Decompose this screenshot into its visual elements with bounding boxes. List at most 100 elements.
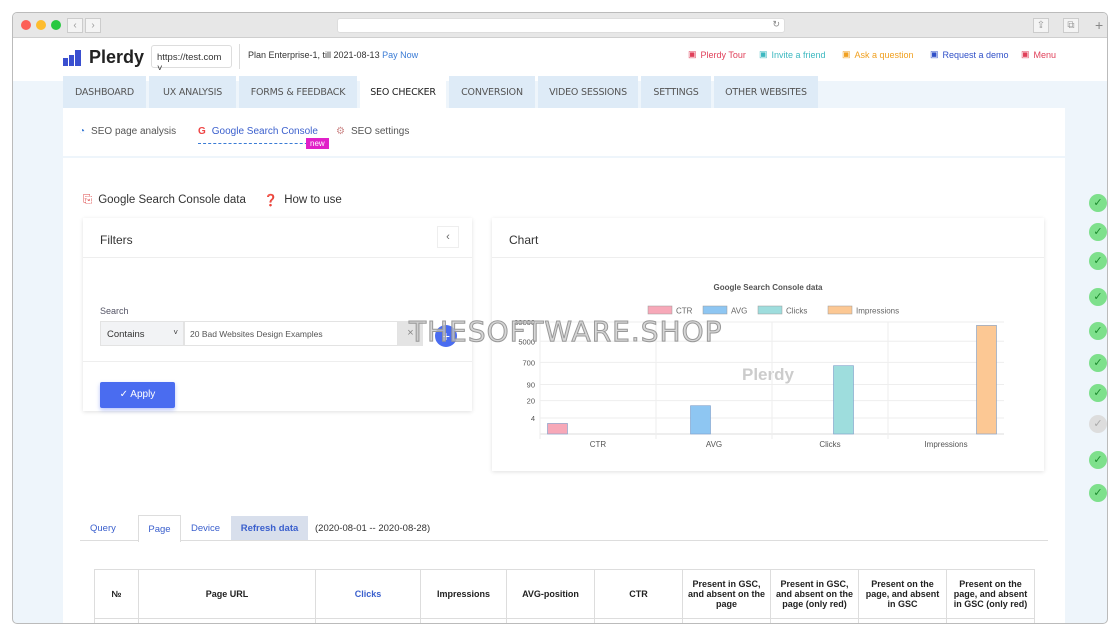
address-bar[interactable]: ↻ [337, 18, 785, 33]
status-check-icon: ✓ [1089, 223, 1107, 241]
table-tabs: Query Page Device Refresh data (2020-08-… [80, 515, 1048, 541]
header-link-menu[interactable]: ▣Menu [1021, 49, 1056, 60]
document-icon: ⎘ [83, 194, 92, 207]
filters-title: Filters [100, 233, 133, 247]
logo-bars-icon [63, 50, 85, 66]
operator-select[interactable]: Contains˅ [100, 321, 184, 346]
help-icon: ❓ [264, 193, 278, 207]
gsc-chart: Google Search Console dataCTRAVGClicksIm… [492, 258, 1044, 470]
pages-table: №Page URLClicksImpressionsAVG-positionCT… [94, 569, 1035, 624]
external-link-icon: ↗ [142, 622, 152, 624]
subnav-label: Google Search Console [212, 126, 318, 137]
collapse-filters-button[interactable]: ‹ [437, 226, 459, 248]
refresh-data-button[interactable]: Refresh data [231, 516, 308, 540]
subnav-seo-settings[interactable]: ⚙SEO settings [336, 126, 409, 137]
main-content: ⎘Google Search Console data ❓How to use … [63, 158, 1065, 624]
demo-icon: ▣ [930, 49, 939, 60]
date-range: (2020-08-01 -- 2020-08-28) [315, 523, 430, 534]
site-select[interactable]: https://test.com ˅ [151, 45, 232, 68]
header-link-request-a-demo[interactable]: ▣Request a demo [930, 49, 1009, 60]
plerdy-logo[interactable]: Plerdy [63, 47, 144, 68]
reload-icon[interactable]: ↻ [772, 19, 780, 30]
logo-text: Plerdy [89, 47, 144, 68]
column-header: Present in GSC, and absent on the page [683, 570, 771, 619]
link-label: Invite a friend [772, 50, 826, 60]
column-header[interactable]: Impressions [421, 570, 507, 619]
chart-title: Chart [509, 233, 538, 247]
gauge-icon: ◔ [79, 126, 85, 137]
share-icon[interactable]: ⇪ [1033, 18, 1049, 33]
link-label: Plerdy Tour [701, 50, 746, 60]
table-cell[interactable]: 84 [771, 619, 859, 625]
browser-toolbar: ‹ › ↻ ⇪ ⧉ + [13, 13, 1107, 38]
search-input[interactable]: 20 Bad Websites Design Examples [184, 321, 398, 346]
column-header[interactable]: Clicks [316, 570, 421, 619]
tab-video-sessions[interactable]: VIDEO SESSIONS [538, 76, 638, 108]
table-cell: 21864 [421, 619, 507, 625]
pay-now-link[interactable]: Pay Now [382, 50, 418, 60]
status-check-icon: ✓ [1089, 415, 1107, 433]
column-header: CTR [595, 570, 683, 619]
bar-impressions[interactable] [977, 325, 997, 434]
column-header: Page URL [139, 570, 316, 619]
table-cell: 2.4 [595, 619, 683, 625]
y-tick-label: 20 [527, 397, 535, 406]
chevron-down-icon: ˅ [173, 328, 178, 337]
apply-button[interactable]: ✓ Apply [100, 382, 175, 408]
app-header: Plerdy https://test.com ˅ Plan Enterpris… [13, 38, 1107, 81]
new-tab-icon[interactable]: + [1095, 17, 1103, 33]
browser-window: ‹ › ↻ ⇪ ⧉ + Plerdy https://test.com ˅ Pl… [12, 12, 1108, 624]
subnav-google-search-console[interactable]: GGoogle Search Console [198, 126, 318, 144]
watermark: THESOFTWARE.SHOP [409, 315, 723, 348]
how-to-use-link[interactable]: How to use [284, 194, 342, 206]
status-check-icon: ✓ [1089, 288, 1107, 306]
legend-label: Impressions [856, 307, 899, 316]
legend-swatch-ctr[interactable] [648, 306, 672, 314]
table-cell[interactable]: ↗ 20 Bad Websites Design Examples — ... [139, 619, 316, 625]
tour-icon: ▣ [688, 49, 697, 60]
site-value: https://test.com [157, 52, 221, 63]
status-check-icon: ✓ [1089, 484, 1107, 502]
column-header: Present on the page, and absent in GSC (… [947, 570, 1035, 619]
tab-query[interactable]: Query [90, 523, 116, 534]
forward-icon[interactable]: › [85, 18, 101, 33]
table-cell[interactable]: 630 [947, 619, 1035, 625]
table-cell[interactable]: 619 [859, 619, 947, 625]
tab-page[interactable]: Page [138, 515, 181, 542]
tab-dashboard[interactable]: DASHBOARD [63, 76, 146, 108]
table-cell: 516 [316, 619, 421, 625]
minimize-window-button[interactable] [36, 20, 46, 30]
apply-label: Apply [130, 389, 155, 400]
column-header: Present in GSC, and absent on the page (… [771, 570, 859, 619]
bar-ctr[interactable] [548, 423, 568, 434]
tab-seo-checker[interactable]: SEO CHECKER [360, 76, 446, 109]
search-label: Search [100, 306, 129, 316]
header-link-ask-a-question[interactable]: ▣Ask a question [842, 49, 914, 60]
tab-settings[interactable]: SETTINGS [641, 76, 711, 108]
tab-other-websites[interactable]: OTHER WEBSITES [714, 76, 818, 108]
status-check-icon: ✓ [1089, 252, 1107, 270]
y-tick-label: 4 [531, 414, 535, 423]
bar-avg[interactable] [691, 406, 711, 434]
bar-clicks[interactable] [834, 366, 854, 434]
back-icon[interactable]: ‹ [67, 18, 83, 33]
header-link-plerdy-tour[interactable]: ▣ Plerdy Tour [688, 49, 746, 60]
table-cell[interactable]: 479 [683, 619, 771, 625]
header-link-invite-a-friend[interactable]: ▣Invite a friend [759, 49, 826, 60]
tab-conversion[interactable]: CONVERSION [449, 76, 535, 108]
x-tick-label: AVG [706, 440, 722, 449]
tab-forms-feedback[interactable]: FORMS & FEEDBACK [239, 76, 357, 108]
maximize-window-button[interactable] [51, 20, 61, 30]
close-window-button[interactable] [21, 20, 31, 30]
section-title: Google Search Console data [98, 194, 246, 206]
tabs-icon[interactable]: ⧉ [1063, 18, 1079, 33]
legend-swatch-avg[interactable] [703, 306, 727, 314]
legend-swatch-clicks[interactable] [758, 306, 782, 314]
tab-device[interactable]: Device [191, 523, 220, 534]
subnav-seo-page-analysis[interactable]: ◔SEO page analysis [79, 126, 176, 137]
legend-swatch-impressions[interactable] [828, 306, 852, 314]
cell-value: 20 Bad Websites Design Examples — ... [142, 622, 304, 624]
tab-ux-analysis[interactable]: UX ANALYSIS [149, 76, 236, 108]
check-circle-icon: ✓ [120, 389, 128, 400]
column-header: Present on the page, and absent in GSC [859, 570, 947, 619]
